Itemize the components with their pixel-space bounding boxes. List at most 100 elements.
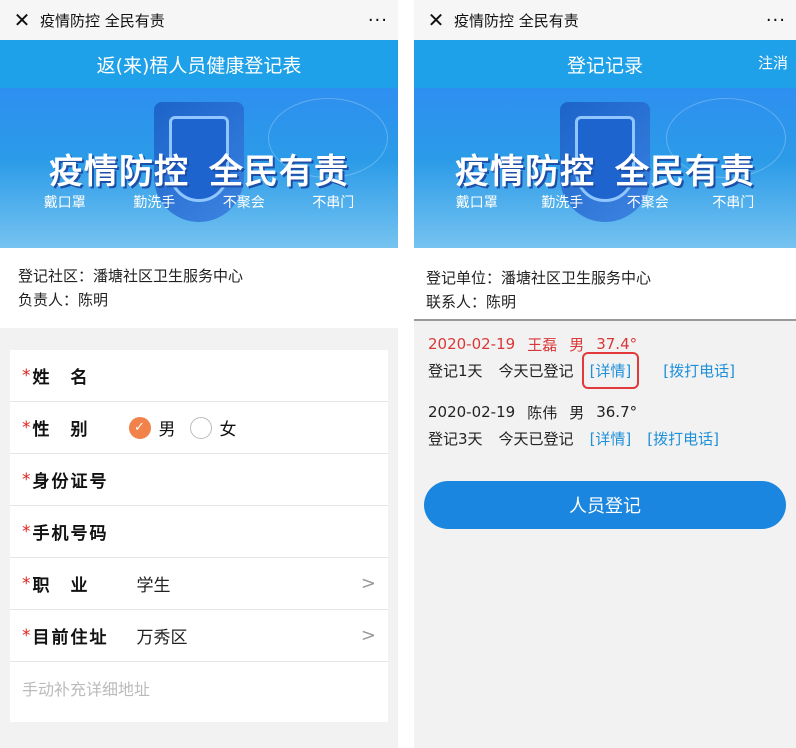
occupation-label: 职 业 xyxy=(32,576,90,596)
unit-line: 登记单位：潘塘社区卫生服务中心 xyxy=(426,266,784,290)
checked-radio-icon: ✓ xyxy=(128,416,151,439)
banner-slogan: 疫情防控 全民有责 xyxy=(0,144,398,193)
close-icon[interactable]: ✕ xyxy=(424,8,448,32)
record-days: 登记3天 xyxy=(428,429,483,448)
record-detail-link[interactable]: [详情] xyxy=(581,351,648,389)
chevron-right-icon: > xyxy=(360,625,376,646)
highlight-ring xyxy=(581,351,640,389)
slogan-part-b: 全民有责 xyxy=(615,152,755,192)
community-value: 潘塘社区卫生服务中心 xyxy=(93,267,244,285)
record-gender: 男 xyxy=(569,335,585,354)
required-mark: * xyxy=(22,573,31,594)
community-info: 登记社区：潘塘社区卫生服务中心 负责人：陈明 xyxy=(0,248,398,328)
banner-image: 疫情防控 全民有责 戴口罩 勤洗手 不聚会 不串门 xyxy=(0,88,398,248)
phone-field[interactable]: * 手机号码 xyxy=(10,506,388,558)
record-name: 陈伟 xyxy=(527,403,558,422)
topbar-title: 疫情防控 全民有责 xyxy=(40,11,165,30)
occupation-field[interactable]: * 职 业 学生 > xyxy=(10,558,388,610)
required-mark: * xyxy=(22,521,31,542)
record-days: 登记1天 xyxy=(428,361,483,380)
health-form: * 姓 名 * 性 别 ✓ 男 女 * 身份证号 * 手机号码 * 职 业 学生… xyxy=(10,350,388,722)
contact-line: 联系人：陈明 xyxy=(426,290,784,314)
record-actions: 登记1天 今天已登记 [详情] [拨打电话] xyxy=(428,351,782,389)
page-title: 返(来)梧人员健康登记表 xyxy=(96,54,302,77)
banner-tips: 戴口罩 勤洗手 不聚会 不串门 xyxy=(414,192,796,212)
contact-value: 陈明 xyxy=(486,293,517,311)
address-value[interactable]: 万秀区 xyxy=(137,623,361,648)
gender-label: 性 别 xyxy=(32,420,90,440)
wechat-topbar: ✕ 疫情防控 全民有责 ··· xyxy=(414,0,796,40)
banner-tip: 戴口罩 xyxy=(43,195,86,211)
name-label: 姓 名 xyxy=(32,368,90,388)
record-item: 2020-02-19 王磊 男 37.4° 登记1天 今天已登记 [详情] [拨… xyxy=(414,321,796,389)
banner-slogan: 疫情防控 全民有责 xyxy=(414,144,796,193)
wechat-topbar: ✕ 疫情防控 全民有责 ··· xyxy=(0,0,398,40)
gender-field: * 性 别 ✓ 男 女 xyxy=(10,402,388,454)
more-icon[interactable]: ··· xyxy=(368,10,388,31)
record-date: 2020-02-19 xyxy=(428,403,516,421)
banner-tip: 不串门 xyxy=(712,195,755,211)
name-field[interactable]: * 姓 名 xyxy=(10,350,388,402)
record-temperature: 37.4° xyxy=(596,335,638,353)
unit-info: 登记单位：潘塘社区卫生服务中心 联系人：陈明 xyxy=(414,248,796,319)
gender-female-radio[interactable]: 女 xyxy=(189,415,237,440)
required-mark: * xyxy=(22,625,31,646)
slogan-part-a: 疫情防控 xyxy=(455,152,595,192)
registration-form-screen: ✕ 疫情防控 全民有责 ··· 返(来)梧人员健康登记表 疫情防控 全民有责 戴口… xyxy=(0,0,398,748)
banner-tip: 戴口罩 xyxy=(455,195,498,211)
page-header: 返(来)梧人员健康登记表 xyxy=(0,40,398,88)
record-today-status: 今天已登记 xyxy=(498,429,574,448)
unchecked-radio-icon xyxy=(189,416,212,439)
banner-tip: 勤洗手 xyxy=(133,195,176,211)
occupation-value[interactable]: 学生 xyxy=(137,571,361,596)
records-list: 2020-02-19 王磊 男 37.4° 登记1天 今天已登记 [详情] [拨… xyxy=(414,319,796,748)
id-number-field[interactable]: * 身份证号 xyxy=(10,454,388,506)
banner-tip: 不聚会 xyxy=(626,195,669,211)
topbar-title: 疫情防控 全民有责 xyxy=(454,11,579,30)
required-mark: * xyxy=(22,417,31,438)
contact-label: 联系人： xyxy=(426,293,487,311)
slogan-part-a: 疫情防控 xyxy=(49,152,189,192)
contact-line: 负责人：陈明 xyxy=(18,288,380,312)
contact-value: 陈明 xyxy=(78,291,109,309)
page-header: 登记记录 注消 xyxy=(414,40,796,88)
unit-label: 登记单位： xyxy=(426,269,502,287)
banner-tip: 不串门 xyxy=(312,195,355,211)
gender-male-radio[interactable]: ✓ 男 xyxy=(128,415,176,440)
record-name: 王磊 xyxy=(527,335,558,354)
required-mark: * xyxy=(22,365,31,386)
page-title: 登记记录 xyxy=(566,54,643,77)
id-number-label: 身份证号 xyxy=(32,472,109,492)
banner-tip: 不聚会 xyxy=(222,195,265,211)
banner-tip: 勤洗手 xyxy=(541,195,584,211)
phone-label: 手机号码 xyxy=(32,524,109,544)
unit-value: 潘塘社区卫生服务中心 xyxy=(501,269,652,287)
record-gender: 男 xyxy=(569,403,585,422)
record-item: 2020-02-19 陈伟 男 36.7° 登记3天 今天已登记 [详情] [拨… xyxy=(414,389,796,457)
chevron-right-icon: > xyxy=(360,573,376,594)
record-call-link[interactable]: [拨打电话] xyxy=(647,428,719,449)
close-icon[interactable]: ✕ xyxy=(10,8,34,32)
record-actions: 登记3天 今天已登记 [详情] [拨打电话] xyxy=(428,425,782,451)
detail-address-input[interactable]: 手动补充详细地址 xyxy=(10,662,388,722)
banner-tips: 戴口罩 勤洗手 不聚会 不串门 xyxy=(0,192,398,212)
community-line: 登记社区：潘塘社区卫生服务中心 xyxy=(18,264,380,288)
address-label: 目前住址 xyxy=(32,628,109,648)
record-summary: 2020-02-19 陈伟 男 36.7° xyxy=(428,399,782,425)
logout-link[interactable]: 注消 xyxy=(758,52,788,73)
community-label: 登记社区： xyxy=(18,267,94,285)
record-date: 2020-02-19 xyxy=(428,335,516,353)
required-mark: * xyxy=(22,469,31,490)
more-icon[interactable]: ··· xyxy=(766,10,786,31)
record-today-status: 今天已登记 xyxy=(498,361,574,380)
slogan-part-b: 全民有责 xyxy=(209,152,349,192)
record-call-link[interactable]: [拨打电话] xyxy=(663,360,735,381)
record-detail-link[interactable]: [详情] xyxy=(590,428,632,449)
banner-image: 疫情防控 全民有责 戴口罩 勤洗手 不聚会 不串门 xyxy=(414,88,796,248)
address-field[interactable]: * 目前住址 万秀区 > xyxy=(10,610,388,662)
record-temperature: 36.7° xyxy=(596,403,638,421)
divider xyxy=(398,0,414,748)
records-screen: ✕ 疫情防控 全民有责 ··· 登记记录 注消 疫情防控 全民有责 戴口罩 勤洗手… xyxy=(414,0,796,748)
gender-female-label: 女 xyxy=(219,420,237,440)
register-person-button[interactable]: 人员登记 xyxy=(424,481,786,529)
